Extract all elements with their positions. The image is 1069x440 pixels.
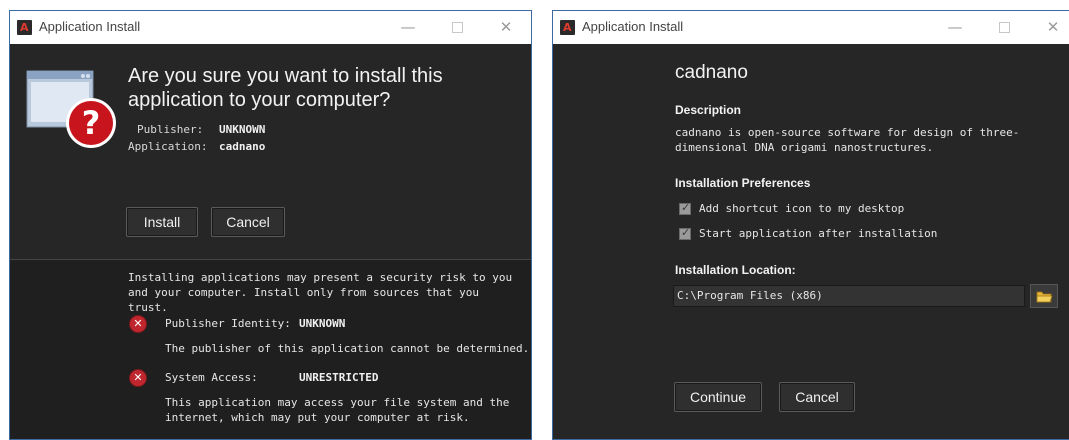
divider [10,259,531,260]
system-access-description: This application may access your file sy… [165,396,510,424]
app-name: cadnano [675,62,748,83]
error-icon: ✕ [130,316,146,332]
system-access-value: UNRESTRICTED [299,371,379,384]
svg-text:?: ? [82,104,101,142]
application-label: Application: [128,140,208,153]
cancel-button[interactable]: Cancel [211,207,285,237]
cancel-button[interactable]: Cancel [779,382,855,412]
maximize-button[interactable] [992,17,1016,37]
system-access-label: System Access: [165,371,258,384]
continue-button[interactable]: Continue [674,382,762,412]
description-heading: Description [675,103,742,117]
publisher-identity-label: Publisher Identity: [165,317,291,330]
app-logo-icon: A [560,20,575,35]
app-description: cadnano is open-source software for desi… [675,126,1020,154]
app-logo-icon: A [17,20,32,35]
install-details-window: A Application Install — ✕ cadnano Descri… [552,10,1069,440]
maximize-icon [998,22,1010,33]
close-button[interactable]: ✕ [1041,17,1065,37]
window-title: Application Install [582,19,684,34]
publisher-identity-value: UNKNOWN [299,317,346,330]
window-title: Application Install [39,19,141,34]
minimize-button[interactable]: — [943,17,967,37]
maximize-icon [451,22,463,33]
browse-folder-button[interactable] [1030,284,1058,308]
error-icon: ✕ [130,370,146,386]
install-location-field[interactable]: C:\Program Files (x86) [673,285,1025,307]
titlebar[interactable]: A Application Install — ✕ [10,11,531,44]
install-question-headline: Are you sure you want to install this ap… [128,65,443,111]
install-button[interactable]: Install [126,207,198,237]
publisher-value: UNKNOWN [219,123,266,136]
install-confirmation-window: A Application Install — ✕ ? Are you sure… [9,10,532,440]
question-warning-icon: ? [26,70,116,148]
preferences-heading: Installation Preferences [675,176,811,190]
publisher-label: Publisher: [137,123,204,136]
publisher-identity-description: The publisher of this application cannot… [165,342,530,355]
close-button[interactable]: ✕ [494,17,518,37]
minimize-button[interactable]: — [396,17,420,37]
location-heading: Installation Location: [675,263,796,277]
folder-icon [1036,291,1053,303]
start-app-checkbox-label: Start application after installation [699,227,938,240]
maximize-button[interactable] [445,17,469,37]
shortcut-checkbox[interactable]: ✓ [679,201,691,215]
risk-warning-text: Installing applications may present a se… [128,271,513,314]
shortcut-checkbox-label: Add shortcut icon to my desktop [699,202,905,215]
application-value: cadnano [219,140,266,153]
start-app-checkbox[interactable]: ✓ [679,226,691,240]
titlebar[interactable]: A Application Install — ✕ [553,11,1069,44]
